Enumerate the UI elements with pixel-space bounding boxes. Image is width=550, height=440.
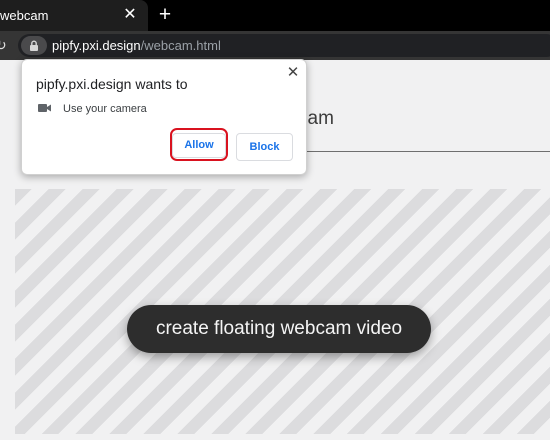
tab-strip: webcam ✕ + bbox=[0, 0, 550, 31]
address-bar[interactable]: pipfy.pxi.design/webcam.html bbox=[18, 34, 550, 57]
new-tab-icon[interactable]: + bbox=[153, 3, 177, 27]
tab-title: webcam bbox=[0, 8, 49, 23]
create-floating-video-button[interactable]: create floating webcam video bbox=[127, 305, 431, 353]
url-host: pipfy.pxi.design bbox=[52, 38, 141, 53]
block-button[interactable]: Block bbox=[236, 133, 293, 161]
lock-icon bbox=[30, 40, 38, 51]
reload-icon[interactable]: ↻ bbox=[0, 38, 9, 52]
popup-title: pipfy.pxi.design wants to bbox=[36, 76, 188, 92]
permission-label: Use your camera bbox=[63, 103, 147, 115]
browser-toolbar: ↻ pipfy.pxi.design/webcam.html bbox=[0, 31, 550, 60]
tab-close-icon[interactable]: ✕ bbox=[120, 3, 140, 27]
site-info-button[interactable] bbox=[21, 36, 47, 55]
close-icon[interactable]: ✕ bbox=[284, 64, 302, 82]
allow-button[interactable]: Allow bbox=[172, 133, 226, 158]
url-text: pipfy.pxi.design/webcam.html bbox=[52, 38, 221, 53]
camera-icon bbox=[38, 104, 51, 112]
heading-divider bbox=[280, 151, 550, 152]
permission-popup: pipfy.pxi.design wants to ✕ Use your cam… bbox=[21, 59, 307, 175]
tab-webcam[interactable]: webcam ✕ bbox=[0, 0, 148, 31]
url-path: /webcam.html bbox=[140, 38, 221, 53]
